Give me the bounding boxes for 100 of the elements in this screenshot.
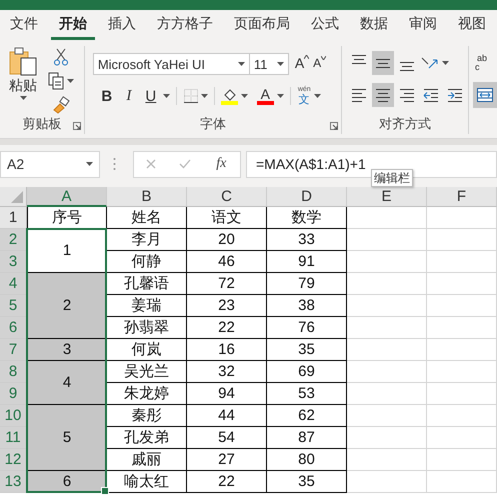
empty-cell: [427, 383, 497, 405]
align-top-icon: [352, 55, 366, 64]
font-color-button[interactable]: A: [256, 84, 275, 108]
row-header[interactable]: 5: [0, 295, 27, 317]
ribbon-tab[interactable]: 方方格子: [149, 10, 221, 40]
ribbon-tab[interactable]: 插入: [100, 10, 144, 40]
merged-cell: 6: [62, 473, 72, 490]
wrap-text-button[interactable]: ab c: [473, 50, 497, 76]
dialog-launcher-icon[interactable]: [72, 122, 81, 130]
table-cell: 33: [298, 231, 315, 248]
row-header[interactable]: 13: [0, 471, 27, 493]
merge-center-button[interactable]: [473, 82, 497, 108]
header-cell: 数学: [292, 208, 322, 227]
grow-font-button[interactable]: A: [292, 52, 312, 76]
font-name-field[interactable]: Microsoft YaHei UI: [92, 53, 250, 75]
merged-cell: 2: [62, 297, 72, 314]
grip-icon: [113, 157, 116, 171]
empty-cell: [427, 361, 497, 383]
shrink-font-button[interactable]: A: [311, 52, 328, 76]
table-cell: 吴光兰: [124, 362, 169, 381]
table-cell: 44: [218, 407, 235, 424]
table-cell: 孔发弟: [124, 428, 169, 447]
column-header[interactable]: A: [27, 187, 107, 207]
merged-cell: 4: [62, 374, 72, 391]
row-header[interactable]: 3: [0, 251, 27, 273]
caret-icon[interactable]: [442, 61, 450, 65]
row-header[interactable]: 6: [0, 317, 27, 339]
table-cell: 孔馨语: [124, 274, 169, 293]
ribbon-tab[interactable]: 数据: [352, 10, 396, 40]
empty-cell: [427, 229, 497, 251]
column-header[interactable]: D: [267, 187, 347, 207]
column-header[interactable]: C: [187, 187, 267, 207]
merged-cell: 1: [62, 242, 72, 259]
align-middle-icon: [376, 58, 390, 68]
italic-button[interactable]: I: [118, 84, 139, 108]
tooltip: 编辑栏: [371, 169, 413, 187]
table-cell: 27: [218, 451, 235, 468]
row-header[interactable]: 10: [0, 405, 27, 427]
align-center-button[interactable]: [372, 83, 394, 107]
caret-icon[interactable]: [276, 94, 284, 98]
table-cell: 72: [218, 275, 235, 292]
table-cell: 87: [298, 429, 315, 446]
align-bottom-icon: [400, 62, 414, 71]
table-cell: 54: [218, 429, 235, 446]
caret-icon[interactable]: [162, 94, 170, 98]
ribbon-tab[interactable]: 页面布局: [226, 10, 298, 40]
table-cell: 姜瑞: [132, 296, 162, 315]
column-header[interactable]: F: [427, 187, 497, 207]
merged-cell: 3: [62, 341, 72, 358]
bold-button[interactable]: B: [96, 84, 117, 108]
align-middle-button[interactable]: [372, 51, 394, 75]
caret-icon[interactable]: [238, 62, 245, 66]
scissors-icon[interactable]: [53, 48, 69, 66]
table-cell: 38: [298, 297, 315, 314]
caret-down-icon: [321, 56, 326, 60]
check-icon[interactable]: [178, 159, 191, 169]
ribbon-tab[interactable]: 公式: [303, 10, 347, 40]
row-header[interactable]: 9: [0, 383, 27, 405]
column-header[interactable]: E: [347, 187, 427, 207]
caret-icon[interactable]: [20, 96, 26, 100]
caret-icon[interactable]: [86, 162, 93, 166]
column-header[interactable]: B: [107, 187, 187, 207]
name-box[interactable]: A2: [0, 150, 100, 178]
table-cell: 李月: [132, 230, 162, 249]
caret-icon[interactable]: [200, 94, 208, 98]
ribbon-tab[interactable]: 视图: [450, 10, 494, 40]
header-cell: 序号: [52, 208, 82, 227]
caret-icon[interactable]: [240, 94, 248, 98]
border-icon[interactable]: [182, 88, 199, 104]
empty-cell: [427, 471, 497, 493]
fill-color-icon[interactable]: [220, 87, 239, 105]
row-header[interactable]: 11: [0, 427, 27, 449]
ribbon-tab[interactable]: 审阅: [401, 10, 445, 40]
empty-cell: [427, 449, 497, 471]
table-cell: 秦彤: [132, 406, 162, 425]
underline-button[interactable]: U: [140, 84, 161, 108]
font-size-field[interactable]: 11: [248, 53, 289, 75]
row-header[interactable]: 7: [0, 339, 27, 361]
row-header[interactable]: 12: [0, 449, 27, 471]
insert-function-button[interactable]: fx: [214, 156, 228, 172]
row-header[interactable]: 4: [0, 273, 27, 295]
copy-icon[interactable]: [48, 72, 64, 90]
group-label: 字体: [200, 115, 226, 133]
table-cell: 何岚: [132, 340, 162, 359]
ribbon-tab[interactable]: 文件: [2, 10, 46, 40]
table-cell: 79: [298, 275, 315, 292]
row-header[interactable]: 1: [0, 207, 27, 229]
empty-cell: [427, 273, 497, 295]
row-header[interactable]: 8: [0, 361, 27, 383]
fill-handle[interactable]: [101, 487, 109, 495]
empty-cell: [427, 405, 497, 427]
format-painter-icon[interactable]: [52, 96, 70, 114]
dialog-launcher-icon[interactable]: [330, 122, 338, 130]
row-header[interactable]: 2: [0, 229, 27, 251]
caret-icon[interactable]: [276, 62, 284, 66]
caret-icon[interactable]: [314, 94, 321, 98]
table-cell: 80: [298, 451, 315, 468]
paste-button[interactable]: 粘贴: [6, 46, 40, 114]
table-cell: 喻太红: [124, 472, 169, 491]
caret-icon[interactable]: [67, 79, 74, 83]
